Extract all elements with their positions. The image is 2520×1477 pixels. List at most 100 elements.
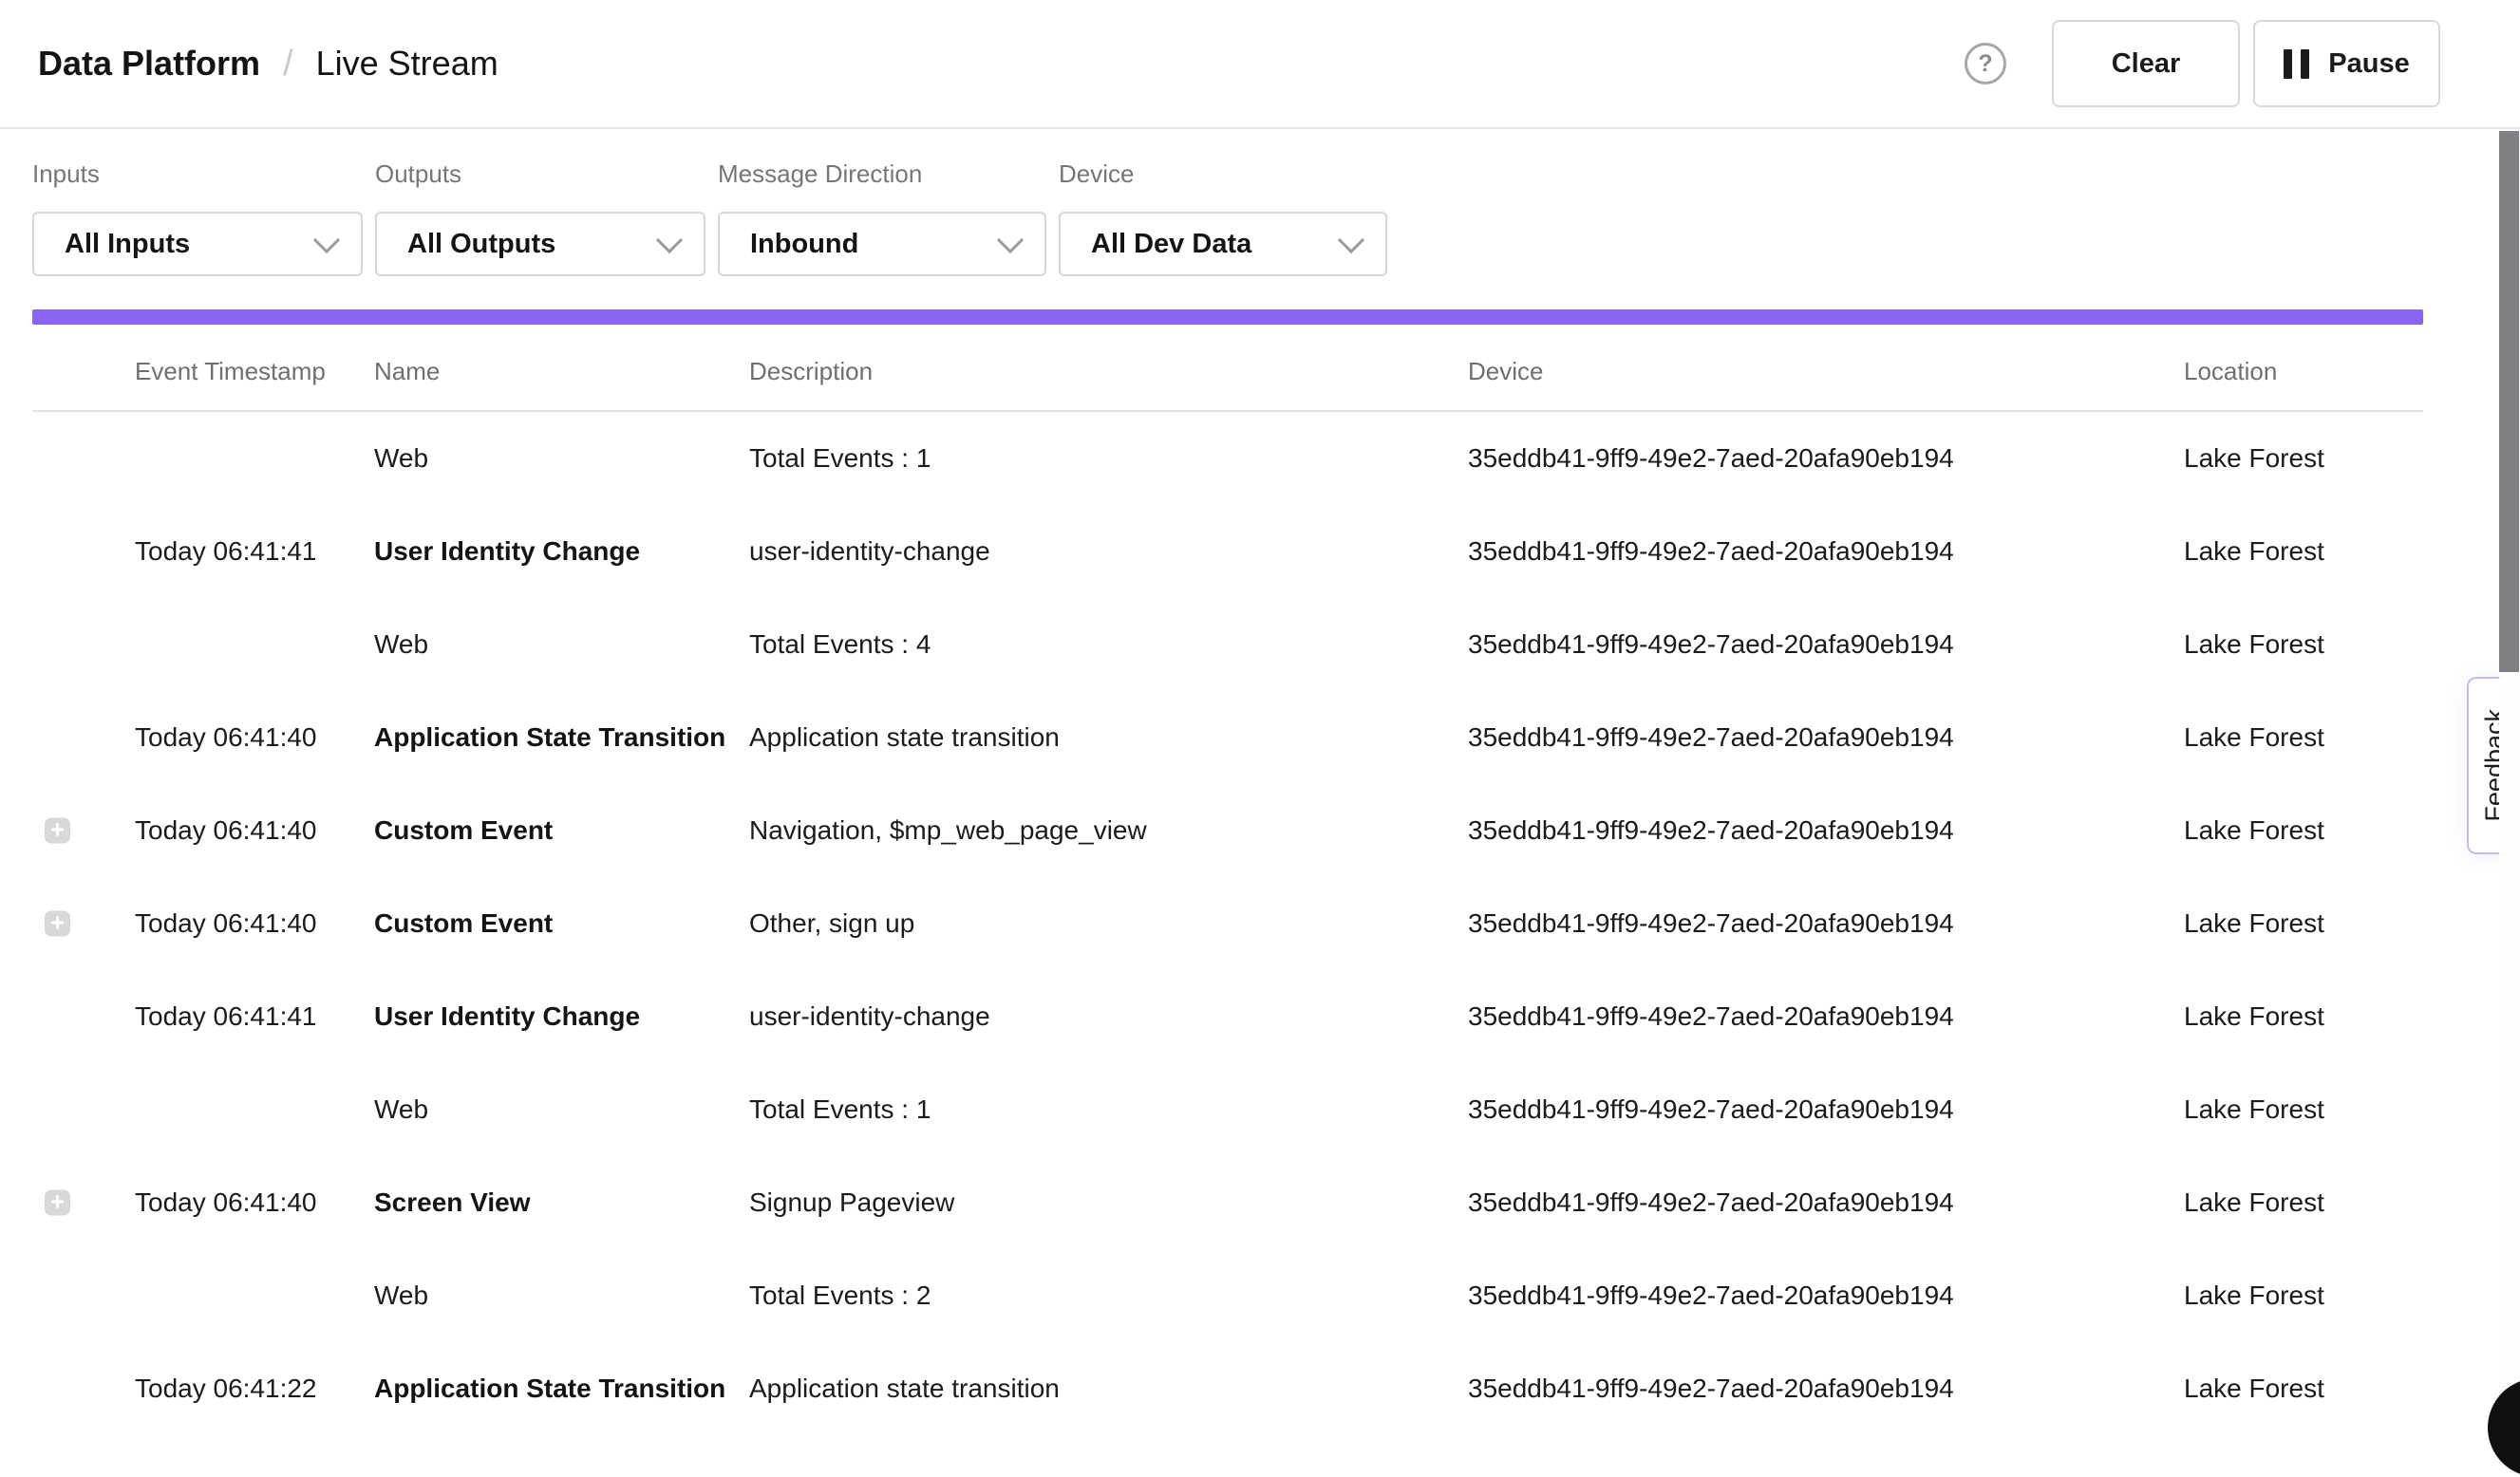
table-row: + Today 06:41:40 Custom Event Navigation, $… [32, 784, 2423, 877]
table-row: Today 06:41:41 User Identity Change user-i… [32, 505, 2423, 598]
cell-name: Application State Transition [374, 1374, 725, 1404]
scrollbar-thumb[interactable] [2499, 131, 2519, 672]
cell-location: Lake Forest [2184, 1187, 2324, 1218]
cell-location: Lake Forest [2184, 722, 2324, 753]
plus-icon: + [50, 817, 65, 842]
cell-event-timestamp: Today 06:41:41 [135, 1001, 317, 1032]
pause-button-label: Pause [2328, 48, 2409, 80]
cell-description: user-identity-change [749, 1001, 990, 1032]
help-icon[interactable]: ? [1965, 43, 2006, 84]
message-direction-select[interactable]: Inbound [718, 212, 1046, 276]
cell-device: 35eddb41-9ff9-49e2-7aed-20afa90eb194 [1468, 1374, 1954, 1404]
cell-location: Lake Forest [2184, 815, 2324, 846]
breadcrumb: Data Platform / Live Stream [38, 0, 498, 127]
breadcrumb-section[interactable]: Data Platform [38, 44, 260, 84]
cell-device: 35eddb41-9ff9-49e2-7aed-20afa90eb194 [1468, 1281, 1954, 1311]
table-row: + Today 06:41:40 Custom Event Other, sign u… [32, 877, 2423, 970]
column-header-location: Location [2184, 357, 2277, 386]
filter-label: Outputs [375, 159, 705, 189]
cell-event-timestamp: Today 06:41:41 [135, 536, 317, 567]
filter-message-direction: Message Direction Inbound [718, 159, 1046, 276]
filter-label: Device [1059, 159, 1387, 189]
column-header-description: Description [749, 357, 873, 386]
expand-row-button[interactable]: + [45, 911, 70, 937]
cell-description: user-identity-change [749, 536, 990, 567]
cell-name: Custom Event [374, 815, 553, 846]
cell-name: Application State Transition [374, 722, 725, 753]
outputs-select[interactable]: All Outputs [375, 212, 705, 276]
cell-location: Lake Forest [2184, 1094, 2324, 1125]
chat-bubble-corner[interactable] [2488, 1378, 2520, 1477]
message-direction-select-value: Inbound [750, 229, 858, 260]
cell-description: Total Events : 4 [749, 629, 931, 660]
cell-device: 35eddb41-9ff9-49e2-7aed-20afa90eb194 [1468, 815, 1954, 846]
chevron-down-icon [997, 227, 1024, 253]
filter-label: Inputs [32, 159, 363, 189]
cell-device: 35eddb41-9ff9-49e2-7aed-20afa90eb194 [1468, 722, 1954, 753]
cell-location: Lake Forest [2184, 536, 2324, 567]
cell-name: Screen View [374, 1187, 530, 1218]
cell-description: Navigation, $mp_web_page_view [749, 815, 1147, 846]
cell-event-timestamp: Today 06:41:40 [135, 722, 317, 753]
cell-event-timestamp: Today 06:41:40 [135, 815, 317, 846]
cell-event-timestamp: Today 06:41:22 [135, 1374, 317, 1404]
cell-location: Lake Forest [2184, 443, 2324, 474]
cell-device: 35eddb41-9ff9-49e2-7aed-20afa90eb194 [1468, 629, 1954, 660]
cell-event-timestamp: Today 06:41:40 [135, 908, 317, 939]
cell-name: Web [374, 629, 428, 660]
pause-icon [2284, 49, 2309, 79]
table-row: Web Total Events : 4 35eddb41-9ff9-49e2-7a… [32, 598, 2423, 691]
table-body: Web Total Events : 1 35eddb41-9ff9-49e2-7a… [32, 412, 2423, 1435]
cell-description: Total Events : 2 [749, 1281, 931, 1311]
cell-description: Total Events : 1 [749, 1094, 931, 1125]
plus-icon: + [50, 910, 65, 935]
cell-location: Lake Forest [2184, 908, 2324, 939]
column-header-event-timestamp: Event Timestamp [135, 357, 326, 386]
chevron-down-icon [1338, 227, 1364, 253]
filter-outputs: Outputs All Outputs [375, 159, 705, 276]
cell-location: Lake Forest [2184, 1281, 2324, 1311]
cell-device: 35eddb41-9ff9-49e2-7aed-20afa90eb194 [1468, 1187, 1954, 1218]
device-select[interactable]: All Dev Data [1059, 212, 1387, 276]
table-row: +Today 06:41:40Screen ViewSignup Pagevie… [32, 1156, 2423, 1249]
table-row: Today 06:41:22 Application State Transiti… [32, 1342, 2423, 1435]
cell-event-timestamp: Today 06:41:40 [135, 1187, 317, 1218]
pause-button[interactable]: Pause [2253, 20, 2440, 107]
breadcrumb-page: Live Stream [316, 44, 498, 84]
expand-row-button[interactable]: + [45, 1190, 70, 1216]
inputs-select-value: All Inputs [65, 229, 190, 260]
live-stream-page: Data Platform / Live Stream ? Clear Paus… [0, 0, 2520, 1411]
cell-device: 35eddb41-9ff9-49e2-7aed-20afa90eb194 [1468, 908, 1954, 939]
chevron-down-icon [313, 227, 340, 253]
cell-description: Total Events : 1 [749, 443, 931, 474]
cell-location: Lake Forest [2184, 629, 2324, 660]
cell-description: Application state transition [749, 1374, 1060, 1404]
cell-description: Application state transition [749, 722, 1060, 753]
plus-icon: + [50, 1189, 65, 1214]
table-row: Today 06:41:40 Application State Transiti… [32, 691, 2423, 784]
clear-button[interactable]: Clear [2052, 20, 2240, 107]
cell-description: Other, sign up [749, 908, 914, 939]
table-row: WebTotal Events : 135eddb41-9ff9-49e2-7a… [32, 1063, 2423, 1156]
cell-location: Lake Forest [2184, 1001, 2324, 1032]
table-row: Web Total Events : 2 35eddb41-9ff9-49e2-7a… [32, 1249, 2423, 1342]
table-header: Event Timestamp Name Description Device … [32, 342, 2423, 412]
expand-row-button[interactable]: + [45, 818, 70, 844]
cell-device: 35eddb41-9ff9-49e2-7aed-20afa90eb194 [1468, 443, 1954, 474]
table-row: Today 06:41:41 User Identity Change user-i… [32, 970, 2423, 1063]
cell-name: User Identity Change [374, 1001, 640, 1032]
device-select-value: All Dev Data [1091, 229, 1251, 260]
column-header-name: Name [374, 357, 440, 386]
page-header: Data Platform / Live Stream ? Clear Paus… [0, 0, 2520, 129]
cell-device: 35eddb41-9ff9-49e2-7aed-20afa90eb194 [1468, 1001, 1954, 1032]
cell-name: Web [374, 1094, 428, 1125]
cell-name: Custom Event [374, 908, 553, 939]
cell-name: User Identity Change [374, 536, 640, 567]
cell-device: 35eddb41-9ff9-49e2-7aed-20afa90eb194 [1468, 536, 1954, 567]
cell-name: Web [374, 443, 428, 474]
stream-progress-bar [32, 309, 2423, 325]
cell-name: Web [374, 1281, 428, 1311]
table-row: Web Total Events : 1 35eddb41-9ff9-49e2-7a… [32, 412, 2423, 505]
inputs-select[interactable]: All Inputs [32, 212, 363, 276]
breadcrumb-separator: / [283, 44, 293, 84]
